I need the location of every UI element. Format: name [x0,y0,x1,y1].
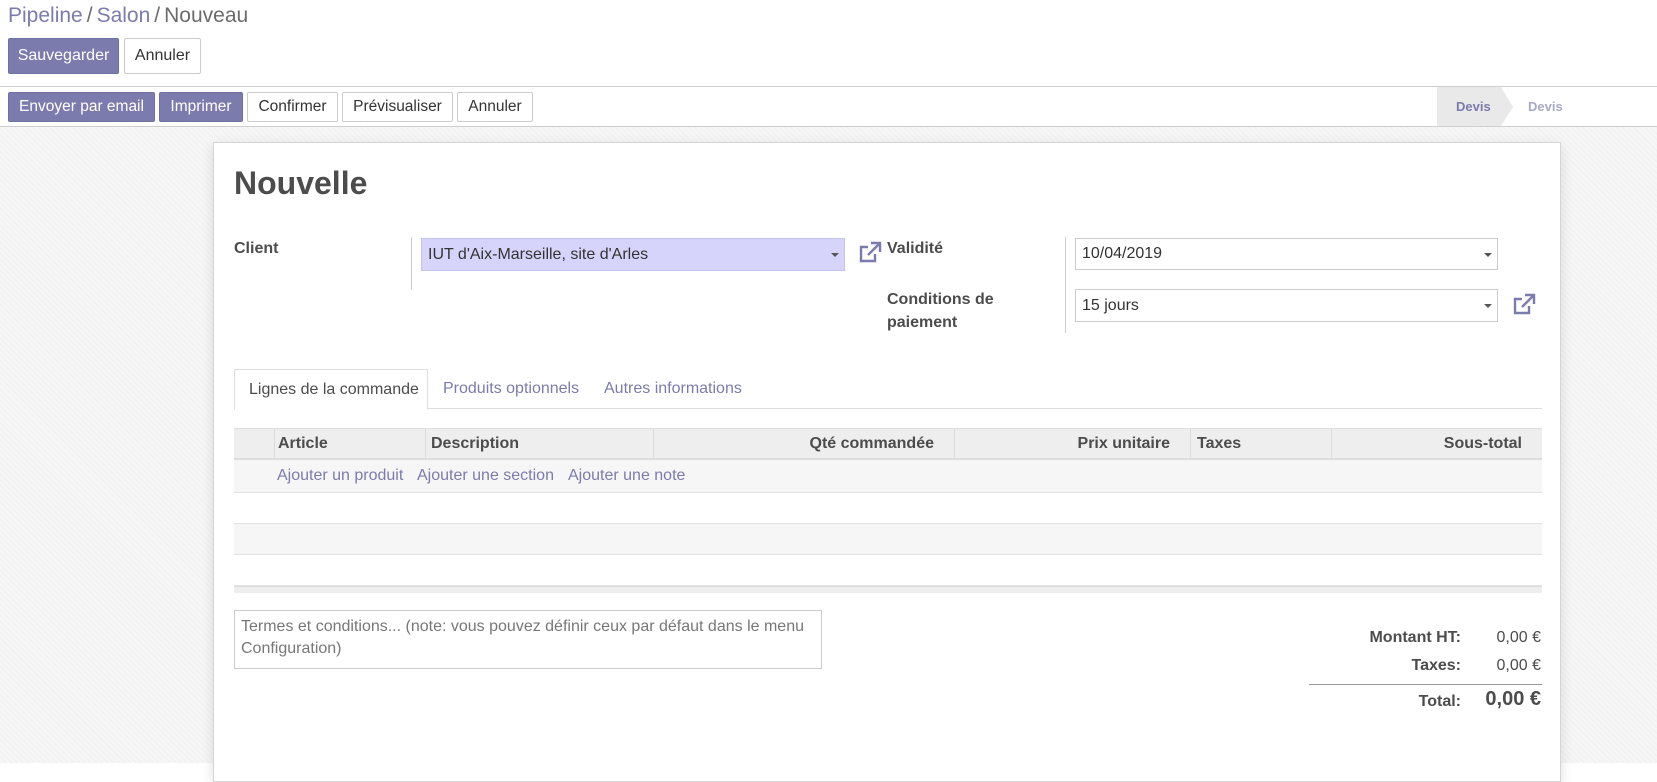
column-article[interactable]: Article [274,429,425,459]
notebook-tabs: Lignes de la commande Produits optionnel… [234,369,1542,410]
payment-terms-label-line1: Conditions de [887,291,994,308]
save-button[interactable]: Sauvegarder [8,38,119,74]
payment-terms-value: 15 jours [1082,296,1139,314]
external-link-icon[interactable] [1511,292,1537,318]
tab-optional-products[interactable]: Produits optionnels [429,369,593,409]
stage-devis-sent[interactable]: Devis [1528,87,1568,126]
control-panel: Pipeline / Salon / Nouveau Sauvegarder Annul… [0,0,1657,86]
column-description[interactable]: Description [425,429,653,459]
tab-order-lines[interactable]: Lignes de la commande [234,369,428,410]
confirm-button[interactable]: Confirmer [247,92,338,122]
add-product-link[interactable]: Ajouter un produit [277,460,403,492]
table-row [234,493,1542,524]
breadcrumb-separator: / [86,4,93,27]
breadcrumb-current: Nouveau [164,4,249,27]
payment-terms-field[interactable]: 15 jours [1075,289,1498,322]
column-taxes[interactable]: Taxes [1190,429,1331,459]
column-subtotal[interactable]: Sous-total [1331,429,1542,459]
taxes-label: Taxes: [1411,657,1461,674]
add-section-link[interactable]: Ajouter une section [417,460,554,492]
terms-conditions-field[interactable]: Termes et conditions... (note: vous pouv… [234,610,822,669]
taxes-value: 0,00 € [1496,657,1541,674]
table-footer [234,586,1542,593]
caret-down-icon[interactable] [1484,253,1492,257]
breadcrumb: Pipeline / Salon / Nouveau [8,4,248,28]
status-bar: Envoyer par email Imprimer Confirmer Pré… [0,86,1657,127]
discard-button[interactable]: Annuler [124,38,201,74]
caret-down-icon[interactable] [1484,304,1492,308]
caret-down-icon[interactable] [831,253,839,257]
page-title: Nouvelle [234,165,368,201]
stage-arrow [1501,87,1513,126]
breadcrumb-separator: / [154,4,161,27]
total-value: 0,00 € [1485,688,1541,710]
divider [411,237,412,290]
add-note-link[interactable]: Ajouter une note [568,460,685,492]
untaxed-amount-value: 0,00 € [1496,629,1541,646]
column-unit-price[interactable]: Prix unitaire [954,429,1190,459]
table-row [234,555,1542,586]
send-email-button[interactable]: Envoyer par email [8,92,155,122]
validity-label: Validité [887,240,944,257]
validity-value: 10/04/2019 [1082,245,1163,262]
untaxed-amount-label: Montant HT: [1369,629,1461,646]
divider [1065,237,1066,333]
breadcrumb-pipeline-link[interactable]: Pipeline [8,4,83,27]
validity-date-field[interactable]: 10/04/2019 [1075,238,1498,270]
column-quantity[interactable]: Qté commandée [653,429,954,459]
table-row: Ajouter un produit Ajouter une section A… [234,460,1542,493]
totals-divider [1309,684,1542,685]
client-field[interactable]: IUT d'Aix-Marseille, site d'Arles [421,238,845,271]
payment-terms-label-line2: paiement [887,314,958,331]
payment-terms-label: Conditions de paiement [887,288,994,334]
table-header: Article Description Qté commandée Prix u… [234,428,1542,460]
client-value: IUT d'Aix-Marseille, site d'Arles [428,245,649,263]
table-row [234,524,1542,555]
stage-devis-active[interactable]: Devis [1437,87,1501,126]
tab-other-info[interactable]: Autres informations [590,369,756,409]
total-label: Total: [1418,693,1461,710]
client-label: Client [234,240,279,257]
preview-button[interactable]: Prévisualiser [342,92,453,122]
breadcrumb-salon-link[interactable]: Salon [97,4,151,27]
external-link-icon[interactable] [857,240,883,266]
form-sheet: Nouvelle Client IUT d'Aix-Marseille, sit… [213,142,1561,782]
cancel-order-button[interactable]: Annuler [457,92,533,122]
print-button[interactable]: Imprimer [159,92,243,122]
